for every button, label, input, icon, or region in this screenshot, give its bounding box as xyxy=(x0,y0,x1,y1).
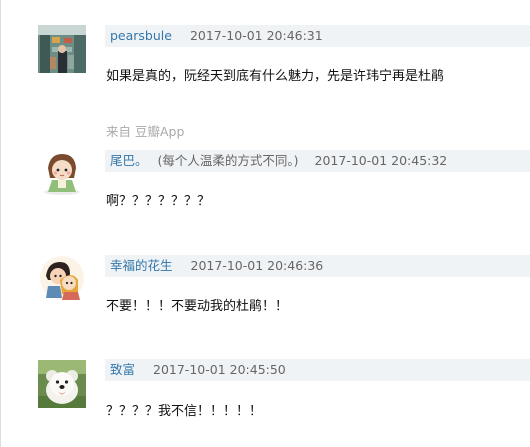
avatar-supermarket-photo-icon xyxy=(38,25,86,73)
comment-page: pearsbule 2017-10-01 20:46:31 如果是真的，阮经天到… xyxy=(0,0,530,447)
avatar-cartoon-girl-icon xyxy=(38,148,86,196)
avatar[interactable] xyxy=(38,360,86,408)
divider xyxy=(0,0,1,447)
avatar-cartoon-couple-icon xyxy=(38,254,86,302)
avatar-white-dog-icon xyxy=(38,360,86,408)
comment-meta: 致富 2017-10-01 20:45:50 xyxy=(105,359,530,381)
comment-content: 如果是真的，阮经天到底有什么魅力，先是许玮宁再是杜鹃 xyxy=(106,69,445,84)
comment-meta: 尾巴。 (每个人温柔的方式不同。) 2017-10-01 20:45:32 xyxy=(105,150,530,172)
author-link[interactable]: 幸福的花生 xyxy=(110,258,173,273)
author-link[interactable]: pearsbule xyxy=(110,28,172,43)
comment-source: 来自 豆瓣App xyxy=(106,124,185,139)
comment-time: 2017-10-01 20:45:50 xyxy=(153,362,286,377)
comment-meta: 幸福的花生 2017-10-01 20:46:36 xyxy=(105,255,530,277)
author-signature: (每个人温柔的方式不同。) xyxy=(157,153,299,168)
author-link[interactable]: 尾巴。 xyxy=(110,153,148,168)
comment-time: 2017-10-01 20:45:32 xyxy=(314,153,448,168)
avatar[interactable] xyxy=(38,254,86,302)
author-link[interactable]: 致富 xyxy=(110,362,135,377)
comment-meta: pearsbule 2017-10-01 20:46:31 xyxy=(105,25,530,47)
avatar[interactable] xyxy=(38,148,86,196)
avatar[interactable] xyxy=(38,25,86,73)
comment-content: 不要！！！不要动我的杜鹃！！ xyxy=(106,299,289,314)
comment-content: ？？？？我不信！！！！！ xyxy=(106,404,263,419)
comment-time: 2017-10-01 20:46:31 xyxy=(189,28,323,43)
comment-content: 啊？？？？？？？ xyxy=(106,194,211,209)
comment-time: 2017-10-01 20:46:36 xyxy=(190,258,324,273)
